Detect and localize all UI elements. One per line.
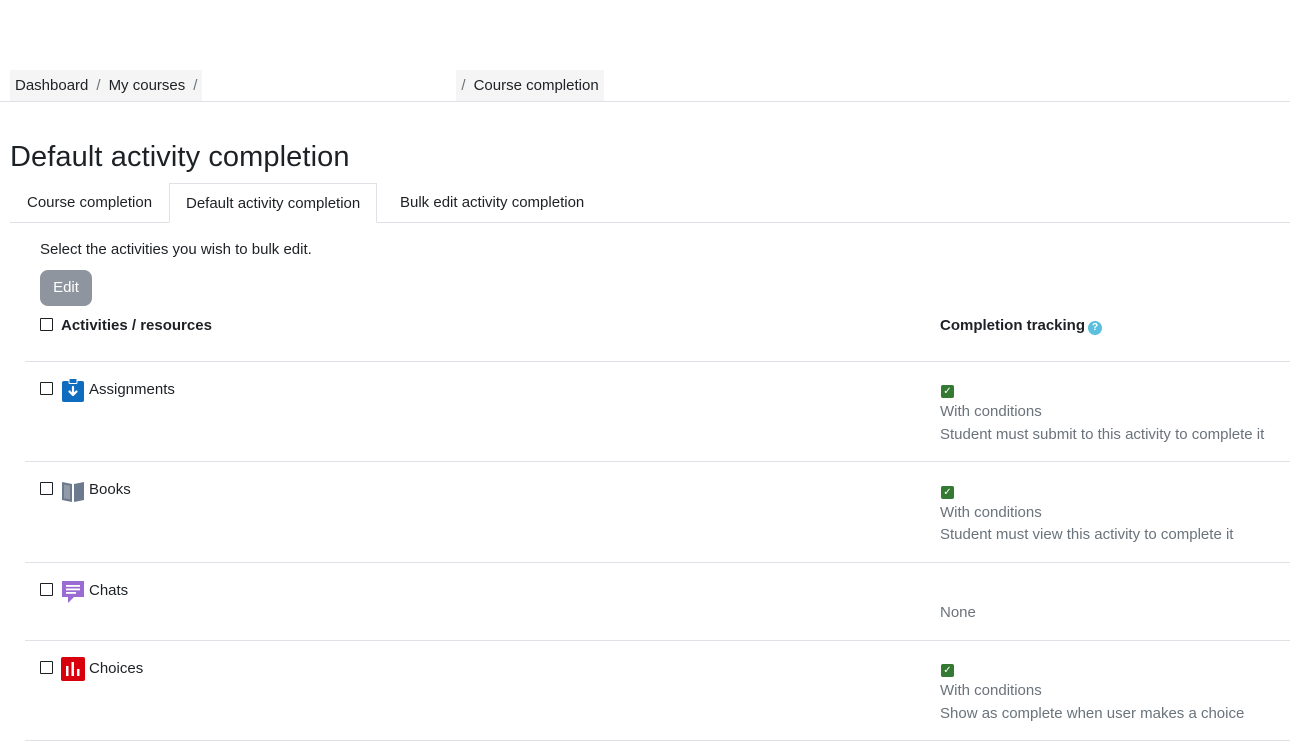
completion-status: With conditions	[940, 504, 1042, 521]
row-checkbox-books[interactable]	[40, 482, 53, 495]
activity-name-chats: Chats	[89, 582, 129, 599]
tab-bar: Course completion Default activity compl…	[10, 183, 1290, 223]
completion-status: With conditions	[940, 682, 1042, 699]
tab-bulk-edit-activity-completion[interactable]: Bulk edit activity completion	[384, 183, 600, 223]
activity-name-books: Books	[89, 481, 131, 498]
row-divider	[25, 640, 1290, 641]
breadcrumb-my-courses[interactable]: My courses	[104, 77, 191, 94]
row-divider	[25, 461, 1290, 462]
breadcrumb-course-hidden[interactable]	[202, 70, 457, 101]
completion-check-icon: ✓	[941, 664, 954, 677]
breadcrumb-separator: /	[193, 77, 198, 94]
activity-name-assignments: Assignments	[89, 381, 175, 398]
breadcrumb-course-completion: Course completion	[473, 77, 599, 94]
edit-button[interactable]: Edit	[40, 270, 92, 306]
breadcrumb-separator: /	[96, 77, 101, 94]
help-icon[interactable]: ?	[1088, 321, 1102, 335]
instructions-text: Select the activities you wish to bulk e…	[40, 241, 312, 258]
completion-detail: Student must view this activity to compl…	[940, 526, 1234, 543]
chat-icon	[62, 581, 84, 603]
select-all-checkbox[interactable]	[40, 318, 53, 331]
breadcrumb-separator: /	[461, 77, 466, 94]
page-title: Default activity completion	[10, 141, 350, 173]
completion-detail: Student must submit to this activity to …	[940, 426, 1265, 443]
row-divider	[25, 562, 1290, 563]
completion-column-header: Completion tracking	[940, 317, 1086, 334]
completion-check-icon: ✓	[941, 385, 954, 398]
completion-status: None	[940, 604, 976, 621]
breadcrumb-bar: Dashboard / My courses / / Course comple…	[0, 70, 1290, 102]
choice-icon	[61, 657, 85, 681]
book-icon	[62, 482, 84, 502]
row-divider	[25, 361, 1290, 362]
activities-column-header: Activities / resources	[61, 317, 212, 334]
completion-check-icon: ✓	[941, 486, 954, 499]
assignment-icon	[62, 378, 84, 402]
activity-name-choices: Choices	[89, 660, 144, 677]
row-divider	[25, 740, 1290, 741]
row-checkbox-chats[interactable]	[40, 583, 53, 596]
breadcrumb: Dashboard / My courses / / Course comple…	[10, 70, 604, 101]
completion-status: With conditions	[940, 403, 1042, 420]
tab-default-activity-completion[interactable]: Default activity completion	[169, 183, 378, 223]
tab-course-completion[interactable]: Course completion	[11, 183, 168, 223]
breadcrumb-dashboard[interactable]: Dashboard	[10, 77, 93, 94]
row-checkbox-assignments[interactable]	[40, 382, 53, 395]
completion-detail: Show as complete when user makes a choic…	[940, 705, 1245, 722]
row-checkbox-choices[interactable]	[40, 661, 53, 674]
